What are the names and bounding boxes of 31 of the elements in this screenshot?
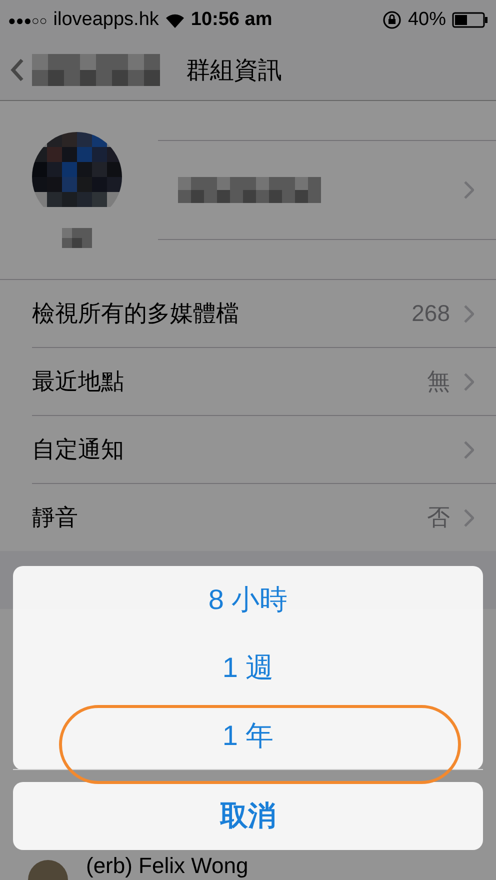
back-chevron-icon[interactable] [10,58,24,82]
wifi-icon [164,12,185,28]
nav-title: 群組資訊 [186,56,282,86]
clock-time: 10:56 am [190,9,272,31]
row-label: 最近地點 [32,367,125,396]
battery-icon [452,12,488,28]
settings-row[interactable]: 靜音 否 [0,484,496,551]
row-value: 否 [427,503,450,532]
chevron-icon [464,181,474,199]
row-label: 靜音 [32,503,79,532]
chevron-icon [464,304,474,322]
chevron-icon [464,440,474,458]
rotation-lock-icon [382,10,402,30]
row-label: 自定通知 [32,435,125,464]
cancel-button[interactable]: 取消 [13,782,483,850]
battery-percent: 40% [408,9,446,31]
sheet-option[interactable]: 1 週 [13,634,483,702]
group-name-row[interactable] [158,140,496,240]
sheet-option[interactable]: 8 小時 [13,566,483,634]
chevron-icon [464,508,474,526]
pixelated-text [62,228,92,248]
member-name[interactable]: (erb) Felix Wong [86,854,248,878]
signal-dots: ●●●○○ [8,12,48,28]
carrier-name: iloveapps.hk [53,9,159,31]
chevron-icon [464,372,474,390]
row-value: 無 [427,367,450,396]
row-value: 268 [412,300,450,327]
settings-row[interactable]: 檢視所有的多媒體檔 268 [32,280,496,348]
row-label: 檢視所有的多媒體檔 [32,299,240,328]
settings-row[interactable]: 自定通知 [32,416,496,484]
settings-row[interactable]: 最近地點 無 [32,348,496,416]
